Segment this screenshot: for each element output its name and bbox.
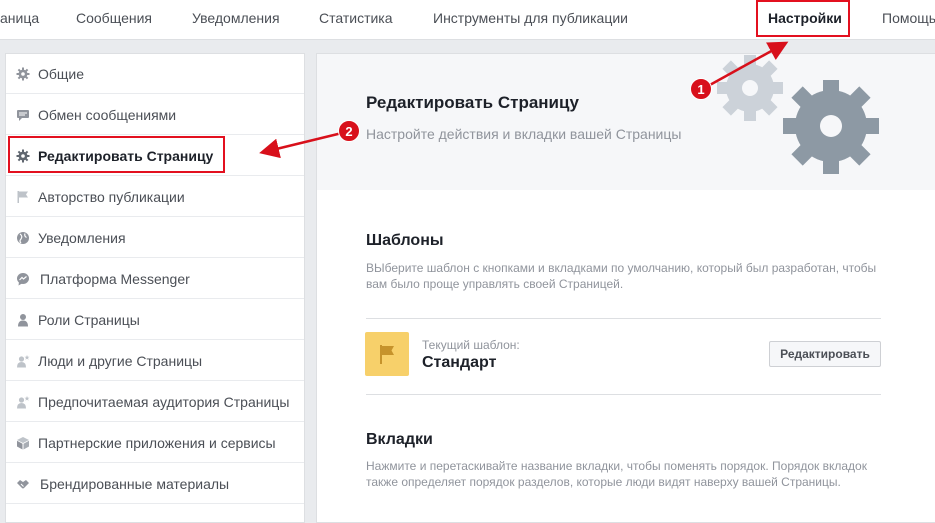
annotation-arrows [259,41,789,159]
annotation-badge-2: 2 [338,120,360,142]
arrow-1 [707,41,789,88]
annotation-badge-1: 1 [690,78,712,100]
arrow-2 [259,131,343,159]
